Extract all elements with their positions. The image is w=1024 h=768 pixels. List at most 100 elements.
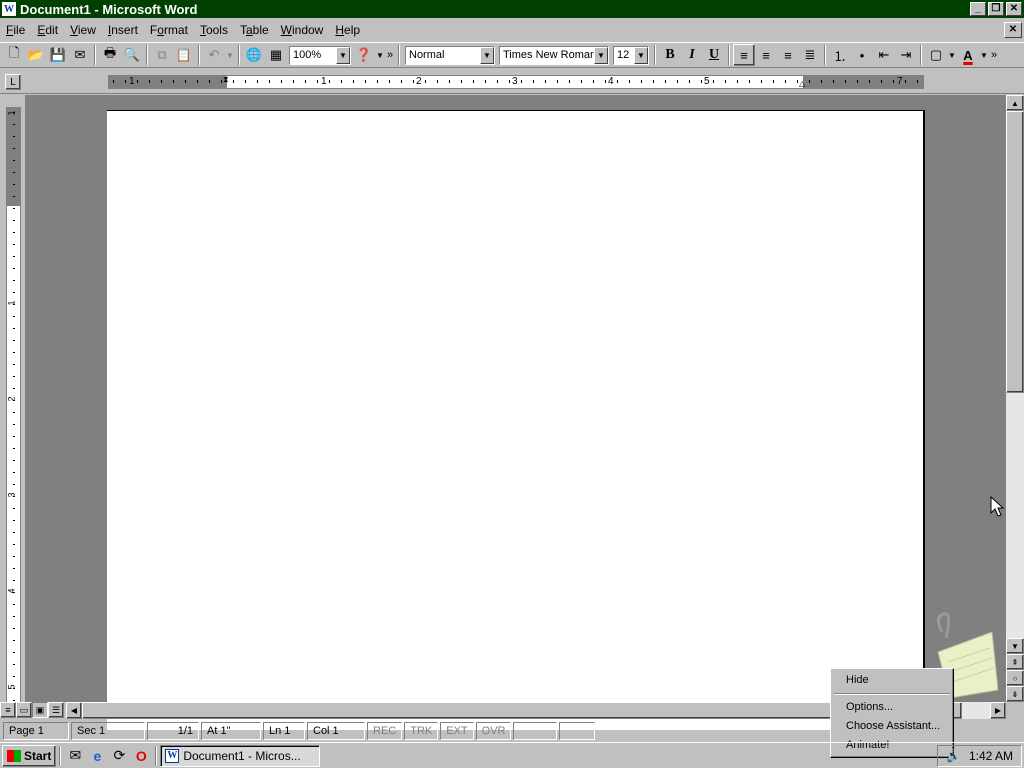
restore-button[interactable]: ❐	[988, 2, 1004, 16]
justify-icon[interactable]: ≣	[799, 44, 821, 66]
chevron-down-icon[interactable]: ▼	[594, 46, 608, 64]
clock[interactable]: 1:42 AM	[969, 749, 1013, 763]
outline-view-icon[interactable]: ☰	[48, 702, 64, 718]
email-icon[interactable]: ✉	[69, 44, 91, 66]
copy-icon[interactable]: ⧉	[151, 44, 173, 66]
menu-item-hide[interactable]: Hide	[833, 671, 951, 690]
align-left-icon[interactable]: ≡	[733, 44, 755, 66]
align-center-icon[interactable]: ≡	[755, 44, 777, 66]
menu-tools[interactable]: Tools	[194, 20, 234, 40]
show-desktop-icon[interactable]: ⟳	[108, 745, 130, 767]
opera-icon[interactable]: O	[130, 745, 152, 767]
minimize-button[interactable]: _	[970, 2, 986, 16]
status-ovr[interactable]: OVR	[475, 722, 512, 740]
ruler-tick	[461, 80, 462, 83]
help-icon[interactable]: ❓	[353, 44, 375, 66]
paste-icon[interactable]: 📋	[173, 44, 195, 66]
menu-insert[interactable]: Insert	[102, 20, 144, 40]
border-icon[interactable]: ▢	[925, 44, 947, 66]
outlook-express-icon[interactable]: ✉	[64, 745, 86, 767]
chevron-down-icon[interactable]: ▼	[336, 46, 350, 64]
chevron-down-icon[interactable]: ▼	[480, 46, 494, 64]
status-rec[interactable]: REC	[367, 722, 403, 740]
menu-format[interactable]: Format	[144, 20, 194, 40]
document-page[interactable]	[107, 110, 925, 730]
ruler-number: 1	[129, 76, 135, 87]
menu-table[interactable]: Table	[234, 20, 275, 40]
close-button[interactable]: ✕	[1006, 2, 1022, 16]
start-button[interactable]: Start	[2, 744, 57, 767]
ruler-tick	[281, 80, 282, 83]
web-layout-icon[interactable]: ▭	[16, 702, 32, 718]
undo-dropdown-icon[interactable]: ▼	[225, 44, 235, 66]
ruler-tick	[13, 340, 15, 341]
print-icon[interactable]: 🖶	[99, 44, 121, 66]
scroll-right-icon[interactable]: ▶	[990, 702, 1006, 719]
save-icon[interactable]: 💾	[47, 44, 69, 66]
word-app-icon[interactable]: W	[2, 2, 16, 16]
volume-icon[interactable]: 🔊	[946, 749, 961, 763]
previous-page-icon[interactable]: ⇞	[1006, 654, 1024, 670]
menu-view[interactable]: View	[64, 20, 102, 40]
chevron-down-icon[interactable]: ▼	[634, 46, 648, 64]
help-dropdown-icon[interactable]: ▼	[375, 44, 385, 66]
bold-button[interactable]: B	[659, 44, 681, 66]
ruler-tick	[13, 568, 15, 569]
internet-explorer-icon[interactable]: e	[86, 745, 108, 767]
scroll-down-icon[interactable]: ▼	[1006, 638, 1024, 654]
taskbar-button-word[interactable]: W Document1 - Micros...	[160, 744, 321, 767]
menu-format-label: Format	[149, 23, 188, 37]
next-page-icon[interactable]: ⇟	[1006, 686, 1024, 702]
tab-selector[interactable]: L	[5, 74, 21, 90]
vertical-ruler-pane: 1 1 2 3 4 5	[0, 95, 25, 703]
more-buttons-icon[interactable]: »	[385, 44, 395, 66]
vertical-scrollbar[interactable]: ▲ ▼ ⇞ ○ ⇟	[1006, 95, 1024, 702]
hyperlink-icon[interactable]: 🌐	[243, 44, 265, 66]
status-page: Page 1	[3, 722, 69, 740]
underline-button[interactable]: U	[703, 44, 725, 66]
vertical-scroll-thumb[interactable]	[1006, 111, 1024, 393]
vertical-ruler[interactable]: 1 1 2 3 4 5	[6, 107, 21, 703]
decrease-indent-icon[interactable]: ⇤	[873, 44, 895, 66]
menu-item-choose-assistant[interactable]: Choose Assistant...	[833, 717, 951, 736]
status-ext[interactable]: EXT	[440, 722, 474, 740]
title-bar[interactable]: W Document1 - Microsoft Word _ ❐ ✕	[0, 0, 1024, 18]
open-folder-icon[interactable]: 📂	[25, 44, 47, 66]
ruler-tick	[437, 80, 438, 83]
new-document-icon[interactable]: 🗋	[3, 44, 25, 66]
italic-button[interactable]: I	[681, 44, 703, 66]
menu-window[interactable]: Window	[275, 20, 330, 40]
normal-view-icon[interactable]: ≡	[0, 702, 16, 718]
undo-icon[interactable]: ↶	[203, 44, 225, 66]
font-color-icon[interactable]: A	[957, 44, 979, 66]
font-color-dropdown-icon[interactable]: ▼	[979, 44, 989, 66]
increase-indent-icon[interactable]: ⇥	[895, 44, 917, 66]
border-dropdown-icon[interactable]: ▼	[947, 44, 957, 66]
tables-borders-icon[interactable]: ▦	[265, 44, 287, 66]
print-preview-icon[interactable]: 🔍	[121, 44, 143, 66]
ruler-tick	[521, 80, 522, 83]
menu-item-options[interactable]: Options...	[833, 698, 951, 717]
status-trk[interactable]: TRK	[404, 722, 439, 740]
numbering-icon[interactable]: ⒈	[829, 44, 851, 66]
document-close-button[interactable]: ✕	[1004, 22, 1022, 38]
more-buttons-icon[interactable]: »	[989, 44, 999, 66]
scroll-left-icon[interactable]: ◀	[66, 702, 82, 719]
menu-edit[interactable]: Edit	[31, 20, 64, 40]
horizontal-ruler[interactable]: 1 1 2 3 4 5 7 ⧗ △	[108, 75, 924, 89]
indent-marker-icon[interactable]: ⧗	[223, 75, 229, 85]
right-indent-icon[interactable]: △	[799, 79, 805, 88]
toolbar-separator	[920, 45, 922, 65]
ruler-tick	[605, 80, 606, 83]
zoom-combo[interactable]: 100% ▼	[289, 45, 351, 65]
style-combo[interactable]: Normal ▼	[405, 45, 495, 65]
print-layout-icon[interactable]: ▣	[32, 702, 48, 718]
menu-help[interactable]: Help	[329, 20, 366, 40]
bullets-icon[interactable]: •	[851, 44, 873, 66]
menu-file[interactable]: File	[0, 20, 31, 40]
align-right-icon[interactable]: ≡	[777, 44, 799, 66]
font-size-combo[interactable]: 12 ▼	[613, 45, 649, 65]
font-combo[interactable]: Times New Roman ▼	[499, 45, 609, 65]
scroll-up-icon[interactable]: ▲	[1006, 95, 1024, 111]
select-browse-object-icon[interactable]: ○	[1006, 670, 1024, 686]
